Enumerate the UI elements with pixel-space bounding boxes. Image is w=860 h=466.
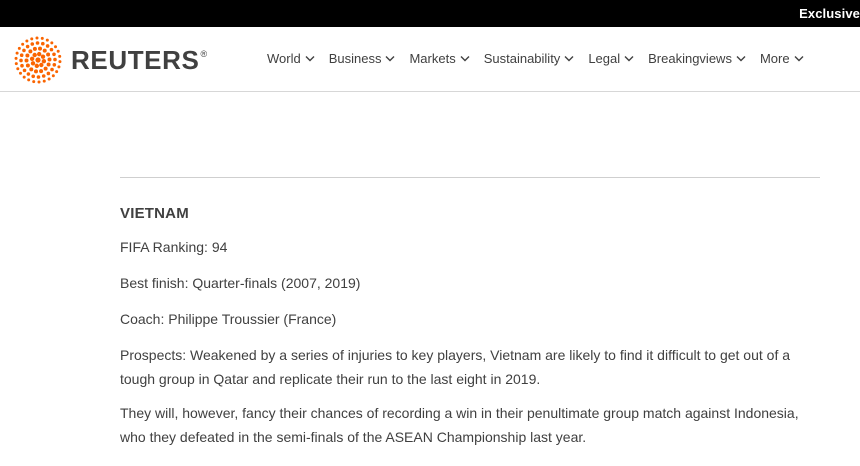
chevron-down-icon bbox=[564, 56, 574, 62]
best-finish: Best finish: Quarter-finals (2007, 2019) bbox=[120, 275, 361, 291]
nav-item-label: More bbox=[759, 51, 790, 66]
chevron-down-icon bbox=[794, 56, 804, 62]
exclusive-link[interactable]: Exclusive bbox=[799, 6, 860, 21]
nav-item-more[interactable]: More bbox=[760, 51, 804, 66]
nav-item-label: Business bbox=[328, 51, 382, 66]
site-header: REUTERS® World Business Markets Sustaina… bbox=[0, 27, 860, 92]
nav-item-label: Legal bbox=[588, 51, 621, 66]
nav-item-markets[interactable]: Markets bbox=[409, 51, 470, 66]
nav-item-legal[interactable]: Legal bbox=[588, 51, 634, 66]
nav-item-label: Markets bbox=[409, 51, 456, 66]
nav-item-breakingviews[interactable]: Breakingviews bbox=[648, 51, 746, 66]
team-heading: VIETNAM bbox=[120, 205, 189, 222]
article-paragraph: They will, however, fancy their chances … bbox=[120, 405, 799, 445]
fifa-ranking: FIFA Ranking: 94 bbox=[120, 239, 228, 255]
chevron-down-icon bbox=[460, 56, 470, 62]
nav-item-sustainability[interactable]: Sustainability bbox=[484, 51, 575, 66]
prospects-paragraph: Prospects: Weakened by a series of injur… bbox=[120, 347, 791, 387]
section-divider bbox=[120, 177, 820, 178]
nav-item-label: Breakingviews bbox=[648, 51, 732, 66]
brand-name: REUTERS® bbox=[71, 44, 208, 75]
chevron-down-icon bbox=[305, 56, 315, 62]
top-bar: Exclusive bbox=[0, 0, 860, 27]
coach: Coach: Philippe Troussier (France) bbox=[120, 311, 337, 327]
nav-item-label: Sustainability bbox=[483, 51, 561, 66]
chevron-down-icon bbox=[385, 56, 395, 62]
reuters-logo[interactable]: REUTERS® bbox=[14, 36, 208, 84]
main-nav: World Business Markets Sustainability Le… bbox=[267, 51, 804, 66]
chevron-down-icon bbox=[624, 56, 634, 62]
reuters-logo-icon bbox=[14, 36, 62, 84]
chevron-down-icon bbox=[736, 56, 746, 62]
nav-item-business[interactable]: Business bbox=[329, 51, 396, 66]
article-body: VIETNAM FIFA Ranking: 94 Best finish: Qu… bbox=[120, 177, 820, 449]
registered-mark: ® bbox=[200, 48, 208, 59]
nav-item-world[interactable]: World bbox=[267, 51, 315, 66]
nav-item-label: World bbox=[267, 51, 301, 66]
